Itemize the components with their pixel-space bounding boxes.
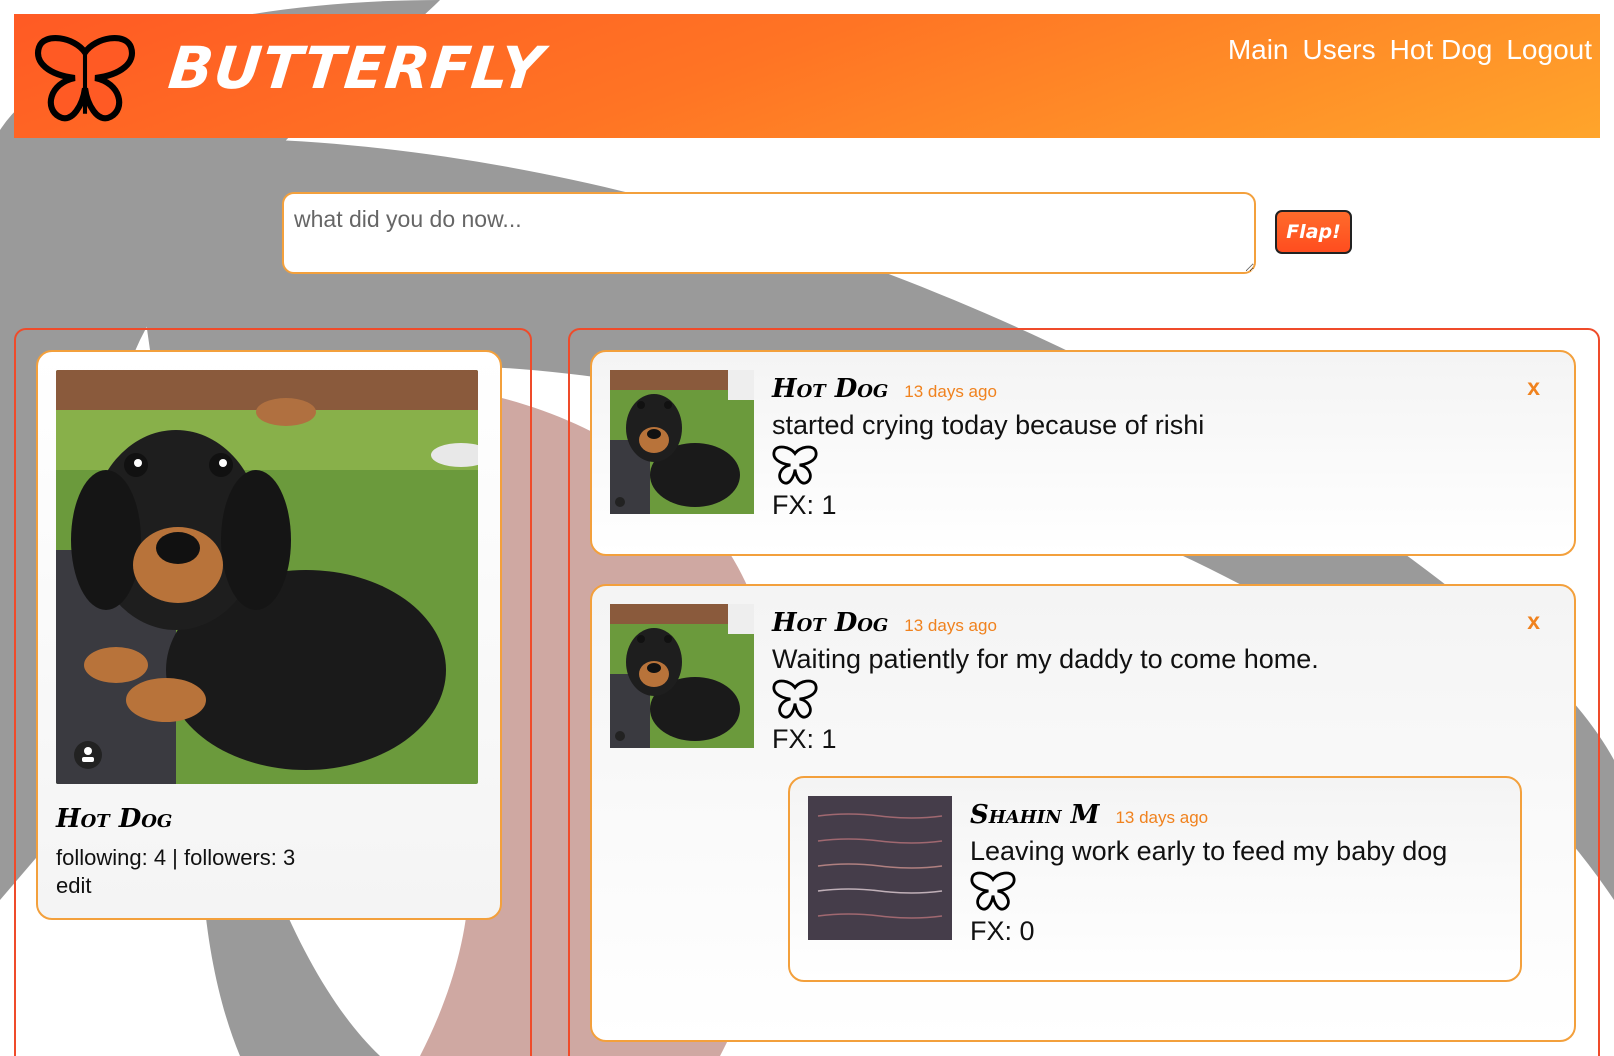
post-author[interactable]: Hot Dog [772,374,888,404]
profile-name: Hot Dog [56,804,173,834]
profile-stats: following: 4 | followers: 3 [56,845,296,870]
post-timestamp: 13 days ago [904,616,997,635]
delete-post-button[interactable]: x [1527,374,1540,401]
feed-panel: Hot Dog 13 days ago started crying today… [568,328,1600,1056]
reply-post: Shahin M 13 days ago Leaving work early … [788,776,1522,982]
author-avatar[interactable] [610,370,754,514]
main-nav: Main Users Hot Dog Logout [1228,34,1592,66]
feed-post: Hot Dog 13 days ago Waiting patiently fo… [590,584,1576,1042]
profile-card: Hot Dog following: 4 | followers: 3 edit [36,350,502,920]
profile-panel: Hot Dog following: 4 | followers: 3 edit [14,328,532,1056]
butterfly-icon[interactable] [772,678,818,720]
post-fx-count: FX: 0 [970,916,1035,946]
post-header: Shahin M 13 days ago [970,800,1208,830]
nav-main[interactable]: Main [1228,34,1289,66]
post-author[interactable]: Hot Dog [772,608,888,638]
post-text: Leaving work early to feed my baby dog [970,836,1448,866]
flap-button[interactable]: Flap! [1275,210,1352,254]
profile-photo [56,370,478,784]
post-fx-count: FX: 1 [772,490,837,520]
butterfly-icon[interactable] [772,444,818,486]
post-text: started crying today because of rishi [772,410,1205,440]
edit-profile-link[interactable]: edit [56,873,91,899]
post-text: Waiting patiently for my daddy to come h… [772,644,1319,674]
post-timestamp: 13 days ago [904,382,997,401]
delete-post-button[interactable]: x [1527,608,1540,635]
butterfly-icon[interactable] [970,870,1016,912]
post-input[interactable] [282,192,1256,274]
post-fx-count: FX: 1 [772,724,837,754]
nav-profile[interactable]: Hot Dog [1390,34,1493,66]
post-timestamp: 13 days ago [1115,808,1209,827]
brand-title[interactable]: BUTTERFLY [165,34,547,102]
nav-logout[interactable]: Logout [1506,34,1592,66]
nav-users[interactable]: Users [1303,34,1376,66]
post-header: Hot Dog 13 days ago [772,608,997,638]
header-bar: BUTTERFLY Main Users Hot Dog Logout [14,14,1600,138]
author-avatar[interactable] [808,796,952,940]
post-header: Hot Dog 13 days ago [772,374,997,404]
author-avatar[interactable] [610,604,754,748]
post-author[interactable]: Shahin M [970,800,1099,830]
butterfly-icon[interactable] [32,32,138,124]
feed-post: Hot Dog 13 days ago started crying today… [590,350,1576,556]
